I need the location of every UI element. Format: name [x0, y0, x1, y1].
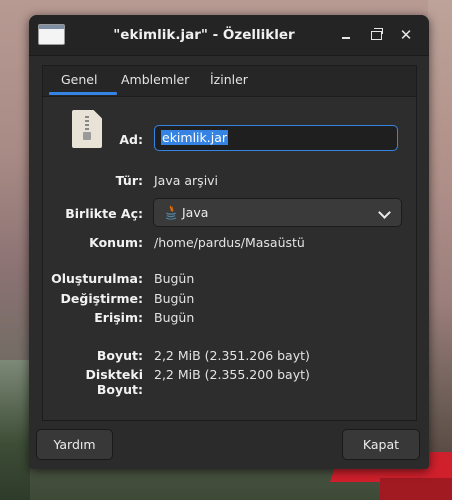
open-with-dropdown[interactable]: Java	[153, 198, 402, 227]
name-label: Ad:	[119, 132, 143, 147]
help-button[interactable]: Yardım	[36, 429, 113, 460]
desktop-background-roof-lower	[380, 478, 452, 500]
maximize-icon	[370, 27, 383, 40]
type-value: Java arşivi	[154, 173, 219, 188]
accessed-value: Bugün	[154, 310, 195, 325]
close-icon: ✕	[399, 26, 413, 44]
created-value: Bugün	[154, 271, 195, 286]
desktop-background-right	[428, 0, 452, 500]
disk-size-value: 2,2 MiB (2.355.200 bayt)	[154, 367, 310, 382]
app-window-icon	[38, 24, 65, 45]
tab-amblemler[interactable]: Amblemler	[121, 72, 189, 87]
tab-genel[interactable]: Genel	[61, 72, 97, 87]
tab-bar: Genel Amblemler İzinler	[43, 66, 416, 97]
disk-size-label: Diskteki Boyut:	[85, 367, 143, 397]
zipper-icon	[85, 116, 89, 132]
minimize-button[interactable]	[336, 25, 356, 45]
title-bar[interactable]: "ekimlik.jar" - Özellikler ✕	[29, 15, 429, 56]
size-value: 2,2 MiB (2.351.206 bayt)	[154, 348, 310, 363]
minimize-icon	[342, 37, 350, 39]
tab-panel: Genel Amblemler İzinler Ad: ekimlik.jar …	[42, 65, 417, 421]
location-value: /home/pardus/Masaüstü	[154, 235, 305, 250]
close-window-button[interactable]: ✕	[396, 25, 416, 45]
active-tab-indicator	[49, 92, 117, 95]
desktop-background-left	[0, 360, 30, 500]
open-with-value: Java	[182, 205, 209, 220]
close-button[interactable]: Kapat	[342, 429, 420, 460]
java-icon	[165, 205, 177, 220]
name-field[interactable]: ekimlik.jar	[154, 125, 398, 151]
chevron-down-icon	[378, 206, 391, 219]
created-label: Oluşturulma:	[51, 271, 143, 286]
type-label: Tür:	[115, 173, 143, 188]
name-field-value: ekimlik.jar	[161, 130, 229, 145]
modified-value: Bugün	[154, 291, 195, 306]
tab-izinler[interactable]: İzinler	[210, 72, 248, 87]
accessed-label: Erişim:	[94, 310, 143, 325]
size-label: Boyut:	[96, 348, 143, 363]
window-title: "ekimlik.jar" - Özellikler	[113, 27, 295, 43]
modified-label: Değiştirme:	[60, 291, 143, 306]
location-label: Konum:	[89, 235, 143, 250]
properties-dialog: "ekimlik.jar" - Özellikler ✕ Genel Amble…	[29, 15, 429, 469]
maximize-button[interactable]	[366, 25, 386, 45]
open-with-label: Birlikte Aç:	[65, 206, 143, 221]
